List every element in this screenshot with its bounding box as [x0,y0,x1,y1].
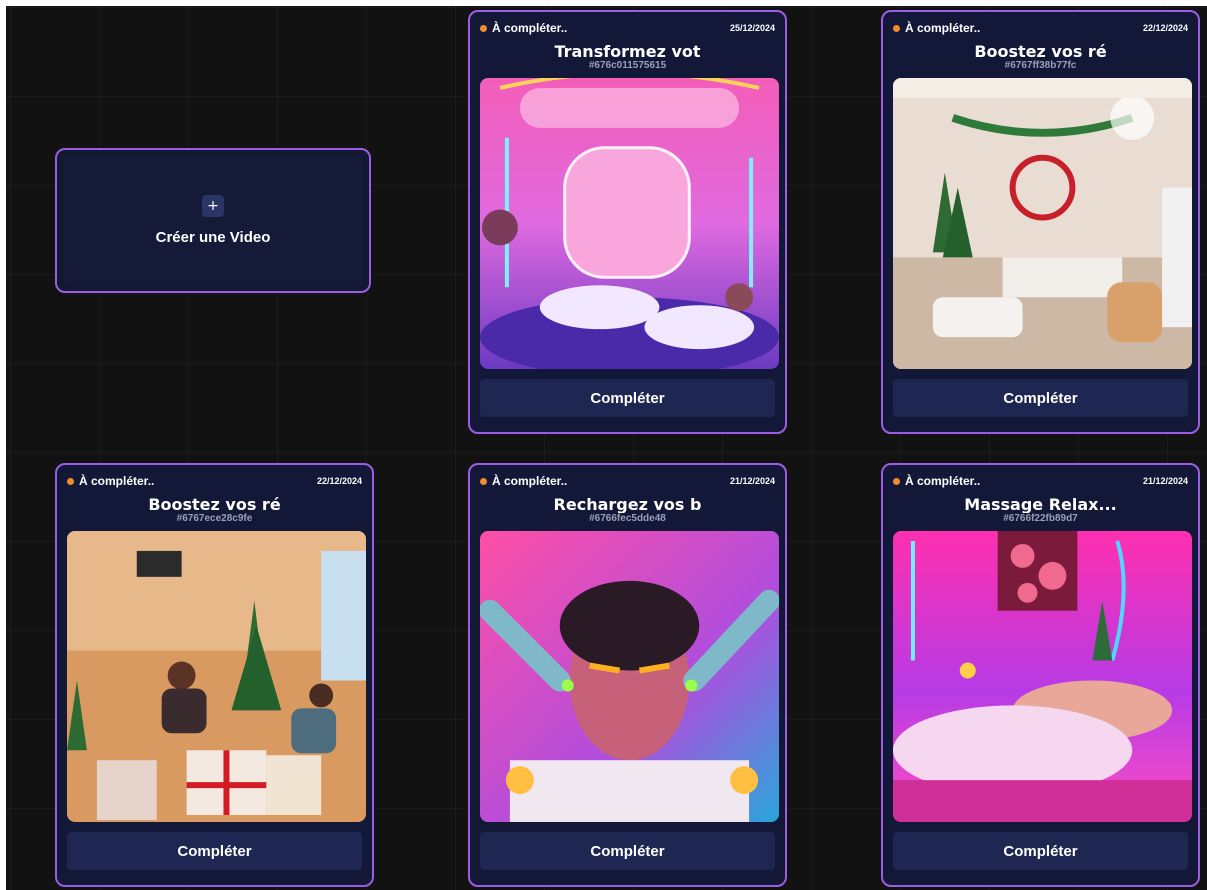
video-thumbnail[interactable] [480,531,779,822]
video-card: À compléter.. 21/12/2024 Rechargez vos b… [468,463,787,887]
video-card: À compléter.. 22/12/2024 Boostez vos ré … [55,463,374,887]
card-date: 22/12/2024 [1142,23,1188,33]
status-dot-icon [67,477,74,485]
video-card: À compléter.. 21/12/2024 Massage Relax..… [881,463,1200,887]
christmas-spa-image [893,78,1192,369]
card-id: #6767ff38b77fc [1004,60,1077,71]
complete-button[interactable]: Compléter [480,832,775,870]
card-id: #6766f22fb89d7 [1003,513,1078,524]
complete-button[interactable]: Compléter [480,379,775,417]
status-dot-icon [480,477,487,485]
create-video-card[interactable]: + Créer une Video [55,148,371,293]
status-label: À compléter.. [492,474,568,488]
card-date: 22/12/2024 [316,476,362,486]
card-date: 25/12/2024 [729,23,775,33]
card-title: Transformez vot [554,44,701,60]
video-thumbnail[interactable] [67,531,366,822]
card-title: Boostez vos ré [148,497,281,513]
top-edge [0,0,1207,6]
neon-massage-image [893,531,1192,822]
card-title: Boostez vos ré [974,44,1107,60]
status-label: À compléter.. [905,474,981,488]
status-badge: À compléter.. [480,474,567,488]
status-dot-icon [480,24,487,32]
card-id: #676c011575615 [588,60,667,71]
status-dot-icon [893,24,900,32]
card-date: 21/12/2024 [729,476,775,486]
complete-button[interactable]: Compléter [893,379,1188,417]
status-badge: À compléter.. [67,474,154,488]
complete-button[interactable]: Compléter [67,832,362,870]
card-id: #6766fec5dde48 [589,513,666,524]
card-date: 21/12/2024 [1142,476,1188,486]
pink-neon-spa-image [480,78,779,369]
video-thumbnail[interactable] [480,78,779,369]
video-board: + Créer une Video À compléter.. 25/12/20… [0,0,1207,890]
complete-button[interactable]: Compléter [893,832,1188,870]
card-id: #6767ece28c9fe [176,513,253,524]
robotic-facial-image [480,531,779,822]
card-title: Rechargez vos b [553,497,702,513]
status-label: À compléter.. [492,21,568,35]
card-title: Massage Relax... [964,497,1117,513]
status-badge: À compléter.. [893,21,980,35]
status-badge: À compléter.. [480,21,567,35]
create-video-label: Créer une Video [155,229,271,246]
status-label: À compléter.. [79,474,155,488]
left-edge [0,0,6,890]
christmas-salon-image [67,531,366,822]
status-dot-icon [893,477,900,485]
video-card: À compléter.. 25/12/2024 Transformez vot… [468,10,787,434]
status-label: À compléter.. [905,21,981,35]
video-thumbnail[interactable] [893,531,1192,822]
status-badge: À compléter.. [893,474,980,488]
plus-icon: + [202,195,224,217]
video-thumbnail[interactable] [893,78,1192,369]
create-video-button[interactable]: + Créer une Video [63,156,363,285]
video-card: À compléter.. 22/12/2024 Boostez vos ré … [881,10,1200,434]
